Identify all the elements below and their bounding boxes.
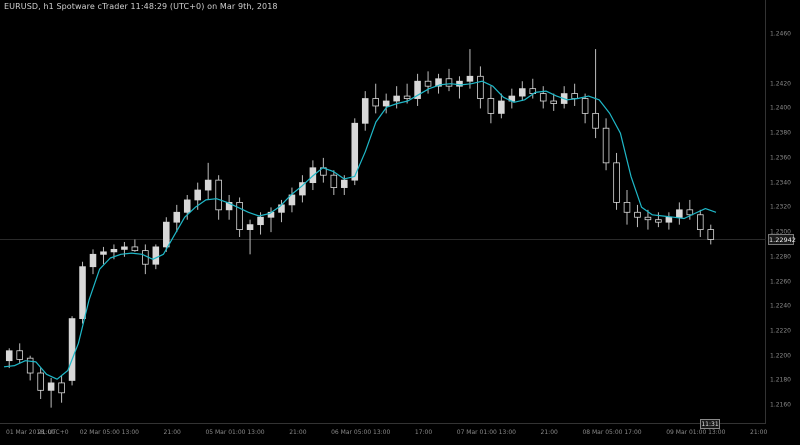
candle-bullish xyxy=(246,224,254,230)
candle-bearish xyxy=(697,214,704,231)
time-tick-label: 08 Mar 05:00 xyxy=(582,429,623,436)
price-tick-label: 1.2360 xyxy=(770,154,791,162)
candle-bearish xyxy=(372,98,379,107)
candle-bullish xyxy=(204,179,212,191)
candlestick-chart[interactable] xyxy=(0,0,766,424)
time-tick-label: 17:00 xyxy=(624,429,642,436)
candle-bullish xyxy=(110,248,118,253)
candle-bullish xyxy=(47,382,55,391)
price-tick-label: 1.2400 xyxy=(770,104,791,112)
candle-bearish xyxy=(602,127,610,164)
candle-bearish xyxy=(131,246,139,252)
time-tick-label: 05 Mar 01:00 xyxy=(205,429,246,436)
candle-bearish xyxy=(644,216,652,221)
time-tick-label: 13:00 xyxy=(498,429,516,436)
candle-bullish xyxy=(519,88,526,97)
time-tick-label: 21:00 xyxy=(750,429,768,436)
candle-bearish xyxy=(623,201,631,213)
time-tick-label: 13:00 xyxy=(373,429,391,436)
time-tick-label: 21:00 xyxy=(163,429,181,436)
time-tick-label: 21:00 xyxy=(540,429,558,436)
chart-area[interactable]: EURUSD, h1 Spotware cTrader 11:48:29 (UT… xyxy=(0,0,766,424)
candle-bearish xyxy=(550,100,557,104)
time-tick-label: 13:00 xyxy=(121,429,139,436)
candle-bearish xyxy=(424,80,432,87)
candle-bullish xyxy=(100,251,107,255)
candle-bearish xyxy=(686,209,694,216)
candle-bearish xyxy=(16,350,23,360)
price-tick-label: 1.2280 xyxy=(770,253,791,261)
candle-bullish xyxy=(466,75,474,82)
time-axis[interactable]: 01 Mar 2018, UTC+0 21:00 02 Mar 05:00 13:00… xyxy=(0,424,768,445)
price-tick-label: 1.2180 xyxy=(770,376,791,384)
candle-bearish xyxy=(37,372,44,391)
candle-bullish xyxy=(79,266,86,320)
candle-bearish xyxy=(592,112,599,129)
candle-bearish xyxy=(613,162,620,203)
candle-bearish xyxy=(539,93,547,102)
price-tick-label: 1.2160 xyxy=(770,401,791,409)
current-time-label: 11:31 xyxy=(700,419,720,429)
price-tick-label: 1.2200 xyxy=(770,352,791,360)
candle-bearish xyxy=(236,201,243,230)
price-tick-label: 1.2420 xyxy=(770,80,791,88)
time-tick-label: 17:00 xyxy=(414,429,433,436)
price-tick-label: 1.2320 xyxy=(770,203,791,211)
price-tick-label: 1.2260 xyxy=(770,278,791,286)
candle-bearish xyxy=(655,219,662,223)
chart-header-title: EURUSD, h1 Spotware cTrader 11:48:29 (UT… xyxy=(4,2,278,11)
candle-bearish xyxy=(571,93,578,99)
candle-bearish xyxy=(215,179,222,211)
candle-bearish xyxy=(330,174,338,188)
candle-bearish xyxy=(58,382,65,394)
candle-bullish xyxy=(498,100,505,114)
time-tick-label: 21:00 xyxy=(289,429,307,436)
moving-average-line xyxy=(3,80,717,380)
current-price-label: 1.22942 xyxy=(768,233,796,245)
candle-bullish xyxy=(194,189,201,201)
price-tick-label: 1.2220 xyxy=(770,327,791,335)
price-tick-label: 1.2460 xyxy=(770,30,791,38)
candle-bullish xyxy=(163,221,170,248)
candle-bullish xyxy=(665,216,673,223)
time-tick-label: 13:00 xyxy=(247,429,265,436)
time-tick-label: 09 Mar 01:00 xyxy=(666,429,707,436)
candle-bearish xyxy=(403,95,411,99)
candle-bullish xyxy=(68,318,76,381)
candle-bullish xyxy=(152,246,160,265)
time-tick-label: 07 Mar 01:00 xyxy=(456,429,497,436)
candle-bullish xyxy=(89,253,97,268)
time-tick-label: 13:00 xyxy=(708,429,726,436)
candle-bearish xyxy=(707,229,715,240)
time-tick-label: 21:00 xyxy=(37,429,56,436)
price-axis[interactable]: 1.2460 1.2420 1.2400 1.2380 1.2360 1.2340 1.23… xyxy=(766,0,800,424)
time-tick-label: 02 Mar 05:00 xyxy=(79,429,120,436)
candle-bullish xyxy=(393,95,400,102)
time-tick-label: 06 Mar 05:00 xyxy=(331,429,372,436)
candle-bullish xyxy=(382,100,390,107)
candle-bullish xyxy=(5,350,13,362)
candle-bullish xyxy=(183,199,191,213)
candle-bearish xyxy=(581,98,589,114)
price-tick-label: 1.2340 xyxy=(770,179,791,187)
candle-bearish xyxy=(487,98,495,114)
candle-bullish xyxy=(257,216,264,226)
candle-bullish xyxy=(121,246,128,250)
candle-bearish xyxy=(26,357,34,374)
candle-bullish xyxy=(173,211,181,223)
candle-bullish xyxy=(676,209,683,218)
candle-bullish xyxy=(361,98,369,124)
price-tick-label: 1.2240 xyxy=(770,302,791,310)
candle-bearish xyxy=(477,75,484,99)
candle-bullish xyxy=(341,179,348,188)
candle-bearish xyxy=(634,211,641,218)
candle-bearish xyxy=(445,78,453,87)
price-tick-label: 1.2380 xyxy=(770,129,791,137)
